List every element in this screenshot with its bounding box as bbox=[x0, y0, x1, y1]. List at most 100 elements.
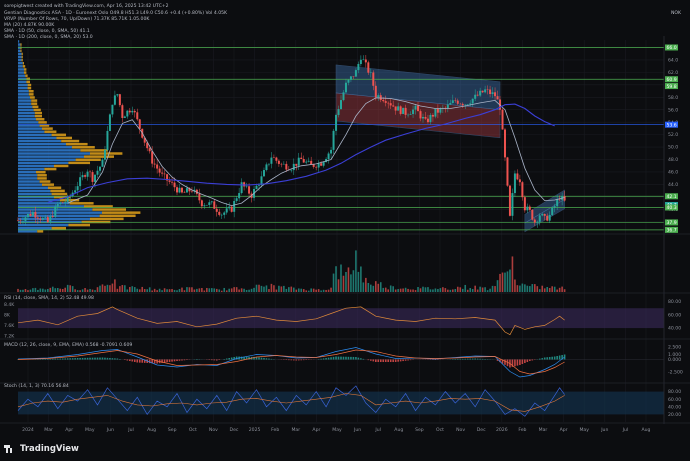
macd-hist-bar bbox=[363, 359, 365, 360]
volume-bar bbox=[492, 286, 494, 292]
volume-bar bbox=[206, 288, 208, 292]
volume-bar bbox=[228, 289, 230, 292]
profile-bar-up bbox=[18, 158, 76, 160]
macd-hist-bar bbox=[164, 360, 166, 363]
volume-bar bbox=[17, 289, 19, 292]
macd-hist-bar bbox=[517, 360, 519, 366]
profile-bar-down bbox=[38, 121, 46, 123]
macd-hist-bar bbox=[42, 359, 44, 360]
profile-bar-up bbox=[18, 149, 80, 151]
candle-body bbox=[156, 165, 158, 169]
candle-body bbox=[320, 163, 322, 166]
volume-bar bbox=[122, 285, 124, 292]
candle-body bbox=[37, 217, 39, 218]
candle-body bbox=[333, 131, 335, 150]
candle-body bbox=[24, 217, 26, 221]
volume-bar bbox=[64, 288, 66, 292]
volume-bar bbox=[368, 283, 370, 292]
volume-bar bbox=[462, 289, 464, 292]
volume-bar bbox=[25, 289, 27, 292]
volume-bar bbox=[97, 287, 99, 292]
volume-bar bbox=[268, 289, 270, 292]
candle-body bbox=[330, 150, 332, 154]
candle-body bbox=[246, 186, 248, 187]
volume-bar bbox=[263, 287, 265, 292]
volume-bar bbox=[392, 286, 394, 292]
macd-hist-bar bbox=[181, 360, 183, 361]
volume-bar bbox=[469, 288, 471, 292]
candle-body bbox=[64, 202, 66, 203]
volume-bar bbox=[482, 288, 484, 292]
legend-line-3: MA (20) 4.87K 90.00K bbox=[4, 22, 55, 28]
macd-hist-bar bbox=[358, 358, 360, 360]
macd-hist-bar bbox=[532, 360, 534, 361]
candle-body bbox=[29, 214, 31, 216]
volume-bar bbox=[261, 286, 263, 292]
volume-bar bbox=[415, 290, 417, 292]
volume-bar bbox=[171, 289, 173, 292]
candle-body bbox=[357, 64, 359, 70]
volume-bar bbox=[405, 288, 407, 292]
candle-body bbox=[44, 217, 46, 218]
macd-hist-bar bbox=[97, 358, 99, 360]
candle-body bbox=[308, 161, 310, 162]
volume-bar bbox=[213, 288, 215, 292]
candle-body bbox=[405, 108, 407, 115]
profile-bar-down bbox=[90, 218, 124, 220]
candle-body bbox=[183, 192, 185, 193]
candle-body bbox=[186, 188, 188, 192]
volume-bar bbox=[524, 284, 526, 292]
macd-hist-bar bbox=[360, 358, 362, 359]
candle-body bbox=[377, 95, 379, 97]
macd-hist-bar bbox=[64, 358, 66, 359]
volume-bar bbox=[201, 288, 203, 292]
candle-body bbox=[509, 186, 511, 216]
volume-bar bbox=[452, 289, 454, 292]
volume-bar bbox=[94, 290, 96, 292]
rsi-left-label: 7.6K bbox=[4, 323, 15, 329]
macd-hist-bar bbox=[464, 359, 466, 360]
profile-bar-up bbox=[18, 193, 52, 195]
volume-bar bbox=[149, 287, 151, 292]
profile-bar-up bbox=[18, 99, 31, 101]
volume-bar bbox=[102, 284, 104, 292]
volume-bar bbox=[325, 290, 327, 292]
macd-hist-bar bbox=[171, 360, 173, 362]
candle-body bbox=[482, 91, 484, 92]
macd-hist-bar bbox=[474, 359, 476, 360]
rsi-band bbox=[18, 308, 664, 328]
volume-bar bbox=[156, 290, 158, 292]
macd-hist-bar bbox=[392, 360, 394, 363]
macd-hist-bar bbox=[174, 360, 176, 362]
macd-hist-bar bbox=[462, 359, 464, 360]
profile-bar-down bbox=[61, 140, 79, 142]
x-tick-label: Feb bbox=[518, 427, 526, 433]
volume-bar bbox=[146, 289, 148, 292]
macd-legend: MACD (12, 26, close, 9, EMA, EMA) 0.568 … bbox=[4, 342, 132, 348]
volume-bar bbox=[328, 290, 330, 292]
volume-bar bbox=[541, 286, 543, 292]
macd-hist-bar bbox=[67, 358, 69, 359]
volume-bar bbox=[382, 288, 384, 292]
candle-body bbox=[206, 205, 208, 206]
macd-hist-bar bbox=[397, 360, 399, 362]
candle-body bbox=[77, 186, 79, 190]
candle-body bbox=[382, 100, 384, 101]
volume-bar bbox=[335, 266, 337, 292]
candle-body bbox=[360, 60, 362, 64]
candle-body bbox=[335, 115, 337, 131]
macd-hist-bar bbox=[62, 359, 64, 360]
macd-hist-bar bbox=[559, 356, 561, 360]
candle-body bbox=[149, 148, 151, 151]
candle-body bbox=[492, 92, 494, 94]
volume-bar bbox=[79, 290, 81, 292]
trading-chart[interactable]: 2024MarAprMayJunJulAugSepOctNovDec2025Fe… bbox=[0, 0, 690, 457]
candle-body bbox=[305, 162, 307, 163]
candle-body bbox=[429, 115, 431, 122]
candle-body bbox=[365, 60, 367, 63]
x-tick-label: Aug bbox=[147, 427, 156, 433]
macd-hist-bar bbox=[385, 360, 387, 363]
candle-body bbox=[171, 182, 173, 183]
candle-body bbox=[323, 162, 325, 166]
macd-hist-bar bbox=[527, 360, 529, 363]
